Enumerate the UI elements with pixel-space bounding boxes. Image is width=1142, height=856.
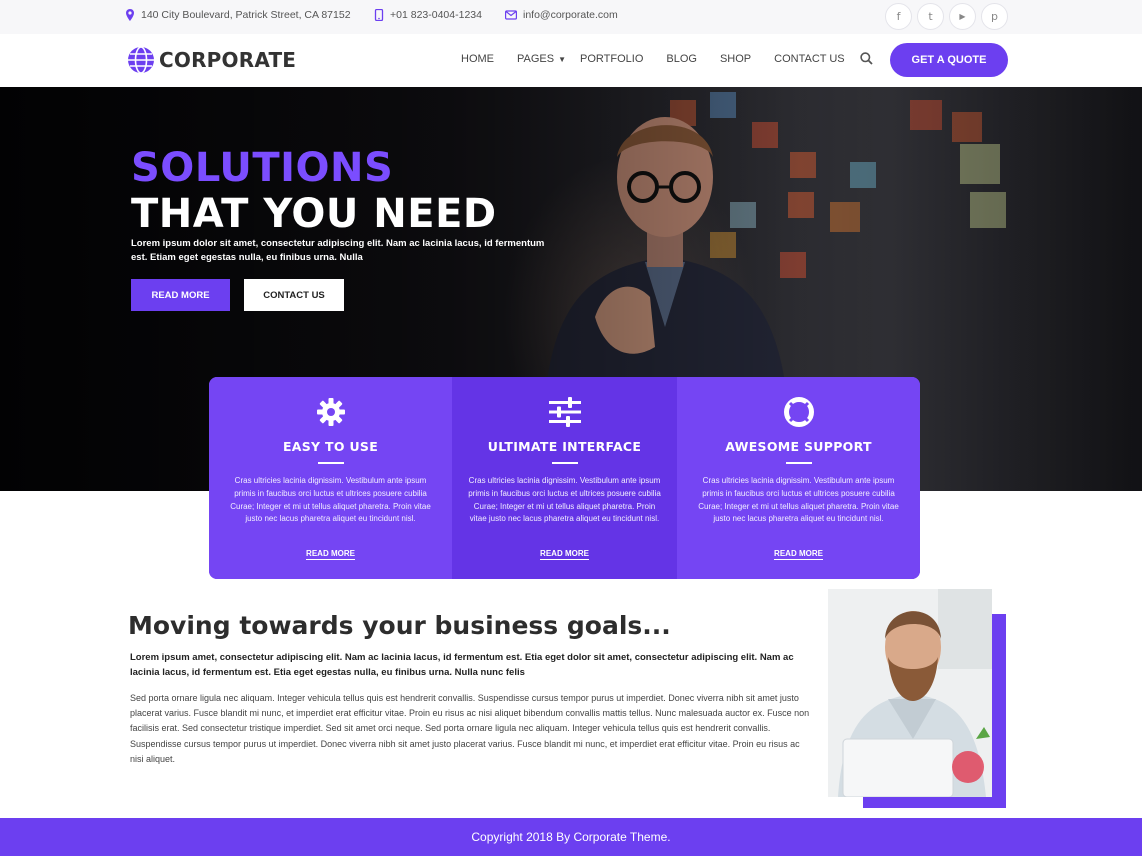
hero-title-line2: THAT YOU NEED [131, 191, 497, 237]
feature-text: Cras ultricies lacinia dignissim. Vestib… [230, 476, 431, 524]
chevron-down-icon: ▼ [558, 55, 567, 64]
logo-text: CORPORATE [159, 48, 297, 72]
feature-divider [317, 462, 344, 464]
sliders-icon [548, 397, 581, 427]
twitter-icon[interactable]: t [917, 3, 944, 30]
man-with-laptop-image [828, 589, 992, 797]
main-menu: HOME PAGES ▼ PORTFOLIO BLOG SHOP CONTACT … [461, 53, 868, 65]
gear-icon [316, 398, 345, 426]
globe-icon [128, 46, 154, 74]
features-panel: EASY TO USE Cras ultricies lacinia digni… [209, 377, 920, 579]
menu-item-blog[interactable]: BLOG [666, 53, 697, 65]
pinterest-icon[interactable]: p [981, 3, 1008, 30]
feature-title: EASY TO USE [282, 439, 379, 454]
feature-divider [785, 462, 812, 464]
site-logo[interactable]: CORPORATE [127, 46, 296, 74]
hero-title-line1: SOLUTIONS [131, 145, 394, 191]
location-pin-icon [126, 9, 134, 21]
lifebuoy-icon [783, 397, 814, 427]
feature-read-more-link[interactable]: READ MORE [209, 549, 452, 560]
hero-description: Lorem ipsum dolor sit amet, consectetur … [131, 238, 545, 263]
feature-text: Cras ultricies lacinia dignissim. Vestib… [698, 476, 899, 524]
email-text[interactable]: info@corporate.com [523, 9, 618, 21]
menu-item-portfolio[interactable]: PORTFOLIO [580, 53, 643, 65]
about-body-text: Sed porta ornare ligula nec aliquam. Int… [130, 693, 810, 764]
main-header: CORPORATE HOME PAGES ▼ PORTFOLIO BLOG SHO… [0, 34, 1142, 87]
menu-item-shop[interactable]: SHOP [720, 53, 751, 65]
feature-card-easy-to-use: EASY TO USE Cras ultricies lacinia digni… [209, 377, 452, 579]
address-text: 140 City Boulevard, Patrick Street, CA 8… [141, 9, 351, 21]
about-lead-text: Lorem ipsum amet, consectetur adipiscing… [130, 652, 794, 678]
phone-icon [374, 9, 384, 21]
contact-us-button[interactable]: CONTACT US [244, 279, 344, 311]
youtube-icon[interactable]: ▶ [949, 3, 976, 30]
envelope-icon [505, 10, 517, 20]
site-footer: Copyright 2018 By Corporate Theme. [0, 818, 1142, 856]
feature-read-more-link[interactable]: READ MORE [452, 549, 677, 560]
social-links: f t ▶ p [885, 3, 1008, 30]
feature-divider [551, 462, 578, 464]
search-icon[interactable] [860, 52, 873, 65]
get-a-quote-button[interactable]: GET A QUOTE [890, 43, 1008, 77]
email-item[interactable]: info@corporate.com [505, 9, 618, 21]
menu-item-contact-us[interactable]: CONTACT US [774, 53, 845, 65]
facebook-icon[interactable]: f [885, 3, 912, 30]
address-item: 140 City Boulevard, Patrick Street, CA 8… [125, 9, 351, 21]
top-info-bar: 140 City Boulevard, Patrick Street, CA 8… [0, 0, 1142, 34]
menu-item-pages[interactable]: PAGES ▼ [517, 53, 566, 65]
menu-item-pages-label: PAGES [517, 53, 555, 65]
phone-text[interactable]: +01 823-0404-1234 [390, 9, 482, 21]
read-more-button[interactable]: READ MORE [131, 279, 230, 311]
about-title: Moving towards your business goals... [128, 611, 671, 640]
feature-card-ultimate-interface: ULTIMATE INTERFACE Cras ultricies lacini… [452, 377, 677, 579]
feature-title: ULTIMATE INTERFACE [487, 439, 642, 454]
feature-text: Cras ultricies lacinia dignissim. Vestib… [468, 476, 661, 524]
feature-title: AWESOME SUPPORT [725, 439, 872, 454]
about-photo [828, 589, 992, 797]
feature-read-more-link[interactable]: READ MORE [677, 549, 920, 560]
feature-card-awesome-support: AWESOME SUPPORT Cras ultricies lacinia d… [677, 377, 920, 579]
menu-item-home[interactable]: HOME [461, 53, 494, 65]
copyright-text: Copyright 2018 By Corporate Theme. [471, 830, 671, 844]
phone-item[interactable]: +01 823-0404-1234 [374, 9, 482, 21]
